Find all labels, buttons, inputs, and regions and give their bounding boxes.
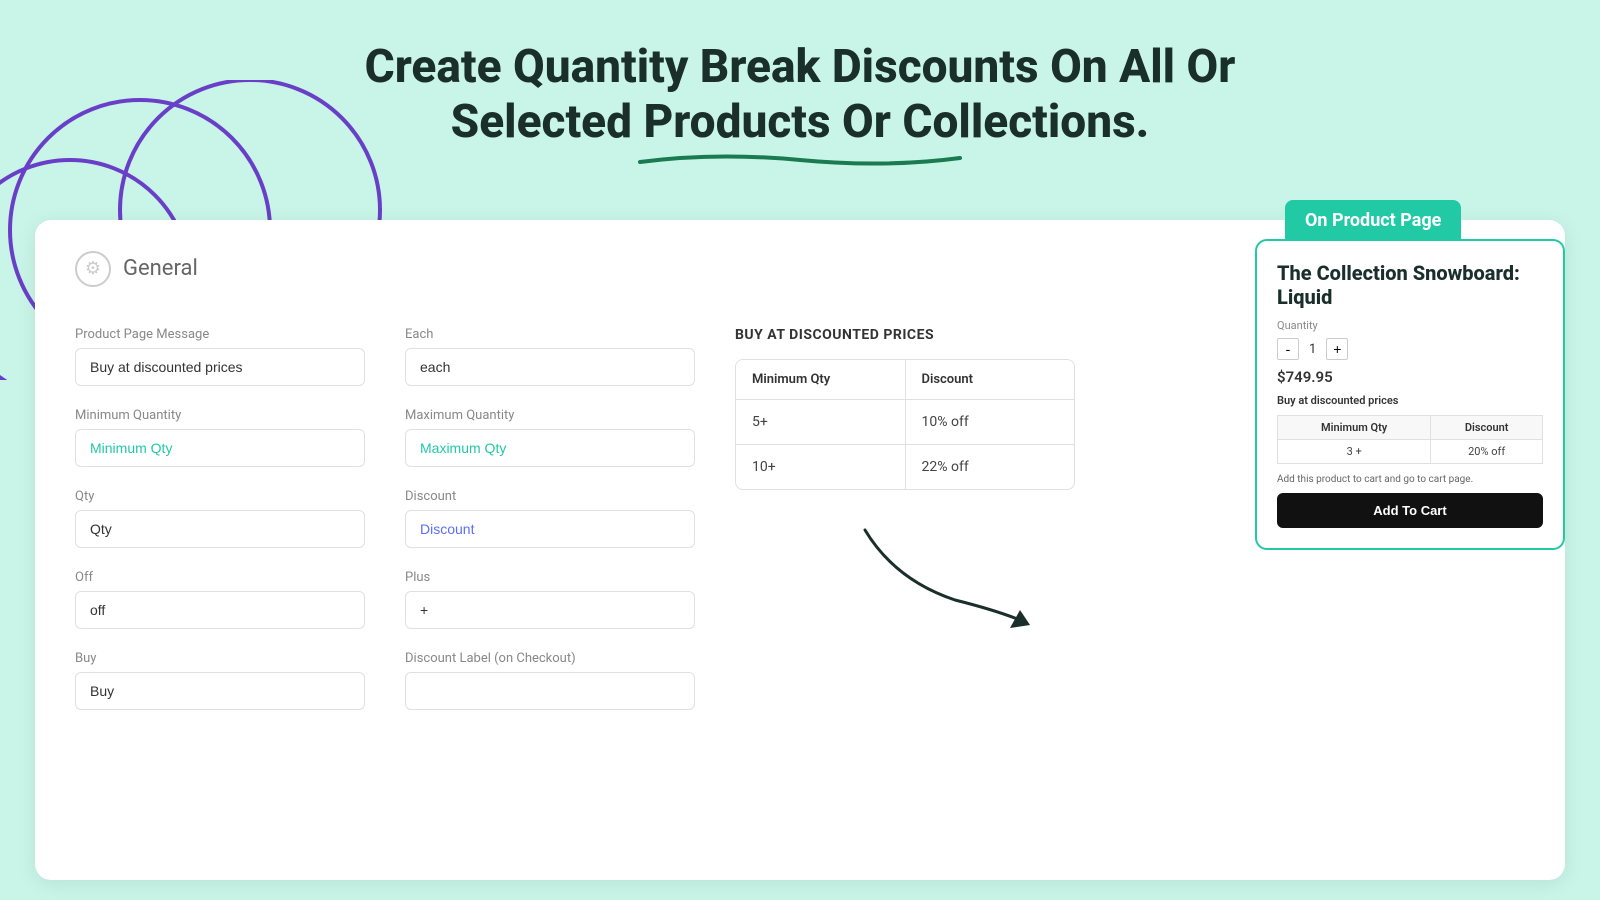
- product-page-card: On Product Page The Collection Snowboard…: [1255, 200, 1565, 550]
- label-maximum-quantity: Maximum Quantity: [405, 408, 695, 423]
- label-qty: Qty: [75, 489, 365, 504]
- add-to-cart-button[interactable]: Add To Cart: [1277, 493, 1543, 528]
- card-header-left: ⚙ General: [75, 251, 198, 287]
- form-col-1: Product Page Message Minimum Quantity Qt…: [75, 327, 405, 732]
- field-off: Off: [75, 570, 365, 629]
- table-col-min-qty: Minimum Qty: [736, 360, 906, 399]
- field-buy: Buy: [75, 651, 365, 710]
- table-cell-discount-1: 10% off: [906, 400, 1075, 444]
- table-col-discount: Discount: [906, 360, 1075, 399]
- label-buy: Buy: [75, 651, 365, 666]
- quantity-label: Quantity: [1277, 319, 1543, 332]
- mini-col-min-qty: Minimum Qty: [1278, 416, 1431, 440]
- mini-cell-discount: 20% off: [1431, 440, 1543, 464]
- discount-table: Minimum Qty Discount 5+ 10% off 10+ 22% …: [735, 359, 1075, 490]
- qty-value: 1: [1309, 342, 1316, 357]
- quantity-control: - 1 +: [1277, 338, 1543, 360]
- product-page-inner: The Collection Snowboard: Liquid Quantit…: [1255, 239, 1565, 550]
- input-each[interactable]: [405, 348, 695, 386]
- table-row-1: 5+ 10% off: [736, 400, 1074, 445]
- table-header-row: Minimum Qty Discount: [736, 360, 1074, 400]
- header-line1: Create Quantity Break Discounts On All O…: [20, 40, 1580, 95]
- input-product-page-message[interactable]: [75, 348, 365, 386]
- table-cell-min-qty-2: 10+: [736, 445, 906, 489]
- mini-table-row: 3 + 20% off: [1278, 440, 1543, 464]
- field-each: Each: [405, 327, 695, 386]
- input-minimum-quantity[interactable]: [75, 429, 365, 467]
- header-line2: Selected Products Or Collections.: [20, 95, 1580, 150]
- underline-decoration: [630, 150, 970, 170]
- gear-icon: ⚙: [75, 251, 111, 287]
- input-plus[interactable]: [405, 591, 695, 629]
- label-off: Off: [75, 570, 365, 585]
- mini-col-discount: Discount: [1431, 416, 1543, 440]
- input-discount-label[interactable]: [405, 672, 695, 710]
- input-maximum-quantity[interactable]: [405, 429, 695, 467]
- input-qty[interactable]: [75, 510, 365, 548]
- input-buy[interactable]: [75, 672, 365, 710]
- label-minimum-quantity: Minimum Quantity: [75, 408, 365, 423]
- mini-cell-min-qty: 3 +: [1278, 440, 1431, 464]
- product-title: The Collection Snowboard: Liquid: [1277, 261, 1543, 309]
- qty-minus-button[interactable]: -: [1277, 338, 1299, 360]
- field-discount-label: Discount Label (on Checkout): [405, 651, 695, 710]
- product-price: $749.95: [1277, 368, 1543, 386]
- label-discount-label: Discount Label (on Checkout): [405, 651, 695, 666]
- add-cart-note: Add this product to cart and go to cart …: [1277, 474, 1543, 485]
- table-cell-min-qty-1: 5+: [736, 400, 906, 444]
- input-off[interactable]: [75, 591, 365, 629]
- field-plus: Plus: [405, 570, 695, 629]
- form-col-2: Each Maximum Quantity Discount Plus Disc…: [405, 327, 735, 732]
- qty-plus-button[interactable]: +: [1326, 338, 1348, 360]
- table-cell-discount-2: 22% off: [906, 445, 1075, 489]
- label-plus: Plus: [405, 570, 695, 585]
- label-discount: Discount: [405, 489, 695, 504]
- buy-discounted-label: Buy at discounted prices: [1277, 394, 1543, 407]
- field-minimum-quantity: Minimum Quantity: [75, 408, 365, 467]
- page-header: Create Quantity Break Discounts On All O…: [0, 0, 1600, 200]
- label-each: Each: [405, 327, 695, 342]
- card-title: General: [123, 256, 198, 281]
- field-discount: Discount: [405, 489, 695, 548]
- field-maximum-quantity: Maximum Quantity: [405, 408, 695, 467]
- table-row-2: 10+ 22% off: [736, 445, 1074, 489]
- input-discount[interactable]: [405, 510, 695, 548]
- curved-arrow: [835, 520, 1035, 640]
- mini-discount-table: Minimum Qty Discount 3 + 20% off: [1277, 415, 1543, 464]
- label-product-page-message: Product Page Message: [75, 327, 365, 342]
- field-product-page-message: Product Page Message: [75, 327, 365, 386]
- field-qty: Qty: [75, 489, 365, 548]
- product-page-badge: On Product Page: [1285, 200, 1461, 241]
